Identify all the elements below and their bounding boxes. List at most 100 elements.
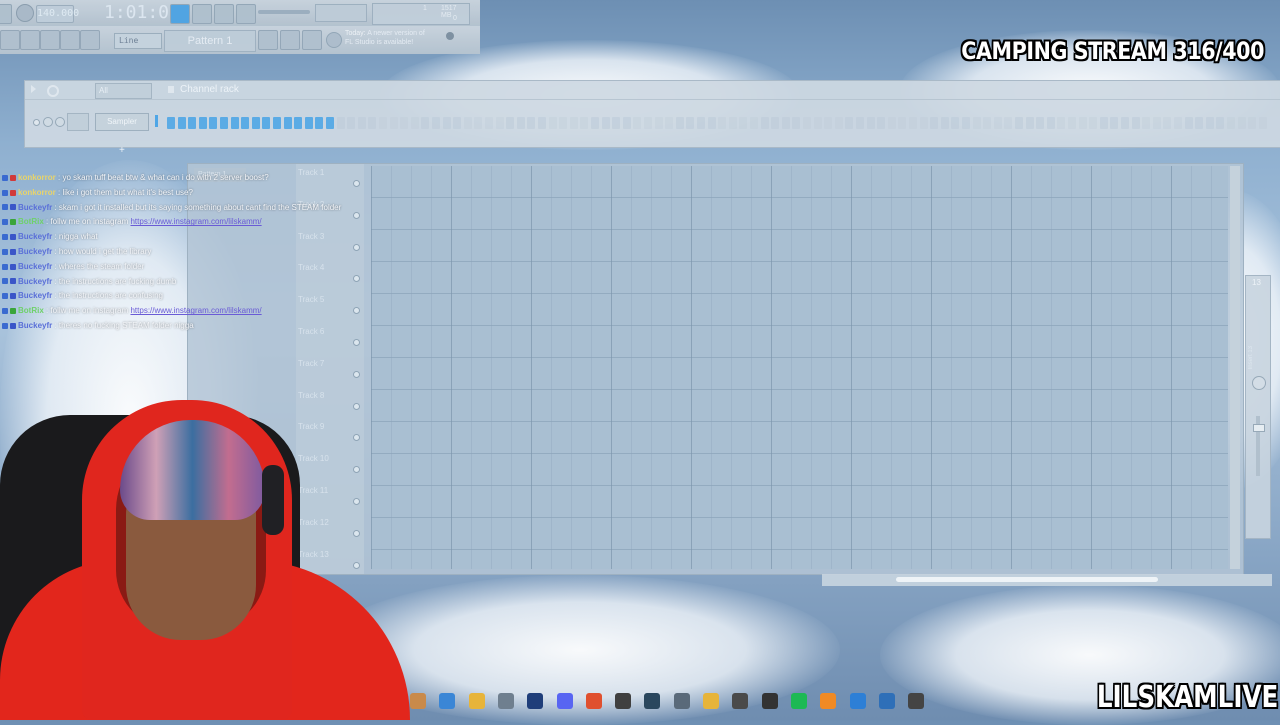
chat-username[interactable]: Buckeyfr (18, 262, 52, 271)
step-button[interactable] (887, 117, 896, 129)
step-button[interactable] (771, 117, 780, 129)
step-button[interactable] (400, 117, 409, 129)
step-button[interactable] (972, 117, 981, 129)
add-channel-button[interactable]: + (119, 145, 125, 156)
step-button[interactable] (1057, 117, 1066, 129)
step-icon[interactable] (258, 30, 278, 50)
channel-button-sampler[interactable]: Sampler (95, 113, 149, 131)
azure-icon[interactable] (849, 693, 866, 709)
step-button[interactable] (728, 117, 737, 129)
step-button[interactable] (421, 117, 430, 129)
step-button[interactable] (633, 117, 642, 129)
horizontal-scrollbar[interactable] (822, 574, 1272, 586)
playlist-grid[interactable] (371, 166, 1228, 569)
step-button[interactable] (569, 117, 578, 129)
track-enable-led[interactable] (353, 529, 360, 537)
track-header[interactable]: Track 11 (298, 486, 362, 516)
step-button[interactable] (877, 117, 886, 129)
step-button[interactable] (930, 117, 939, 129)
track-enable-led[interactable] (353, 243, 360, 251)
step-button[interactable] (506, 117, 515, 129)
vertical-scrollbar[interactable] (1230, 166, 1240, 569)
4k-icon[interactable] (732, 693, 749, 709)
track-enable-led[interactable] (353, 402, 360, 410)
step-button[interactable] (336, 117, 345, 129)
typing-keyboard-button[interactable] (214, 4, 234, 24)
step-button[interactable] (230, 117, 239, 129)
step-button[interactable] (432, 117, 440, 129)
step-button[interactable] (919, 117, 928, 129)
track-enable-led[interactable] (353, 307, 360, 315)
step-button[interactable] (940, 117, 949, 129)
step-button[interactable] (813, 117, 822, 129)
step-button[interactable] (495, 117, 504, 129)
channel-volume-knob[interactable] (55, 117, 65, 127)
master-volume-slider[interactable] (258, 10, 310, 14)
play-button[interactable] (0, 4, 12, 24)
step-button[interactable] (538, 117, 546, 129)
step-button[interactable] (760, 117, 769, 129)
menu-arrow-icon[interactable] (31, 85, 36, 93)
step-button[interactable] (1216, 117, 1225, 129)
folder-icon[interactable] (468, 693, 485, 709)
notepad-icon[interactable] (878, 693, 895, 709)
brave-icon[interactable] (585, 693, 602, 709)
step-button[interactable] (951, 117, 960, 129)
chrome-icon[interactable] (439, 693, 456, 709)
step-button[interactable] (962, 117, 970, 129)
snap-select[interactable]: Line (114, 33, 162, 49)
track-enable-led[interactable] (353, 180, 360, 187)
insert-fader-handle[interactable] (1253, 424, 1265, 432)
ai-icon[interactable] (410, 693, 426, 709)
chat-username[interactable]: Buckeyfr (18, 277, 52, 286)
step-button[interactable] (983, 117, 992, 129)
step-button[interactable] (1184, 117, 1193, 129)
step-button[interactable] (654, 117, 663, 129)
track-enable-led[interactable] (353, 434, 360, 442)
step-button[interactable] (559, 117, 568, 129)
step-button[interactable] (1205, 117, 1214, 129)
steam-icon[interactable] (644, 693, 661, 709)
pattern-selector[interactable]: Pattern 1 (164, 30, 256, 52)
step-button[interactable] (750, 117, 758, 129)
step-button[interactable] (1195, 117, 1204, 129)
slide-icon[interactable] (280, 30, 300, 50)
discord-icon[interactable] (556, 693, 573, 709)
step-button[interactable] (463, 117, 472, 129)
step-button[interactable] (1036, 117, 1045, 129)
step-button[interactable] (167, 117, 175, 129)
step-button[interactable] (485, 117, 493, 129)
step-button[interactable] (347, 117, 356, 129)
channel-rack-icon[interactable] (40, 30, 60, 50)
step-button[interactable] (993, 117, 1002, 129)
step-button[interactable] (697, 117, 705, 129)
step-button[interactable] (453, 117, 462, 129)
track-header[interactable]: Track 10 (298, 454, 362, 484)
capcut-icon[interactable] (761, 693, 778, 709)
step-button[interactable] (527, 117, 536, 129)
group-filter-select[interactable]: All (95, 83, 152, 99)
record-icon[interactable] (16, 4, 34, 22)
step-button[interactable] (1163, 117, 1172, 129)
step-button[interactable] (580, 117, 589, 129)
step-button[interactable] (273, 117, 281, 129)
step-button[interactable] (177, 117, 186, 129)
step-button[interactable] (389, 117, 398, 129)
step-button[interactable] (856, 117, 864, 129)
money-icon[interactable] (703, 693, 719, 709)
microphone-icon[interactable] (80, 30, 100, 50)
metronome-button[interactable] (236, 4, 256, 24)
step-button[interactable] (1152, 117, 1161, 129)
snap-icon[interactable] (0, 30, 20, 50)
step-button[interactable] (1121, 117, 1129, 129)
pattern-mode-button[interactable] (170, 4, 190, 24)
step-button[interactable] (612, 117, 621, 129)
chat-username[interactable]: Buckeyfr (18, 247, 52, 256)
step-button[interactable] (866, 117, 875, 129)
mixer-icon[interactable] (20, 30, 40, 50)
chat-username[interactable]: Buckeyfr (18, 232, 52, 241)
gear-icon[interactable] (47, 85, 59, 97)
spotify-icon[interactable] (790, 693, 807, 709)
step-button[interactable] (1131, 117, 1140, 129)
track-enable-led[interactable] (353, 561, 360, 569)
